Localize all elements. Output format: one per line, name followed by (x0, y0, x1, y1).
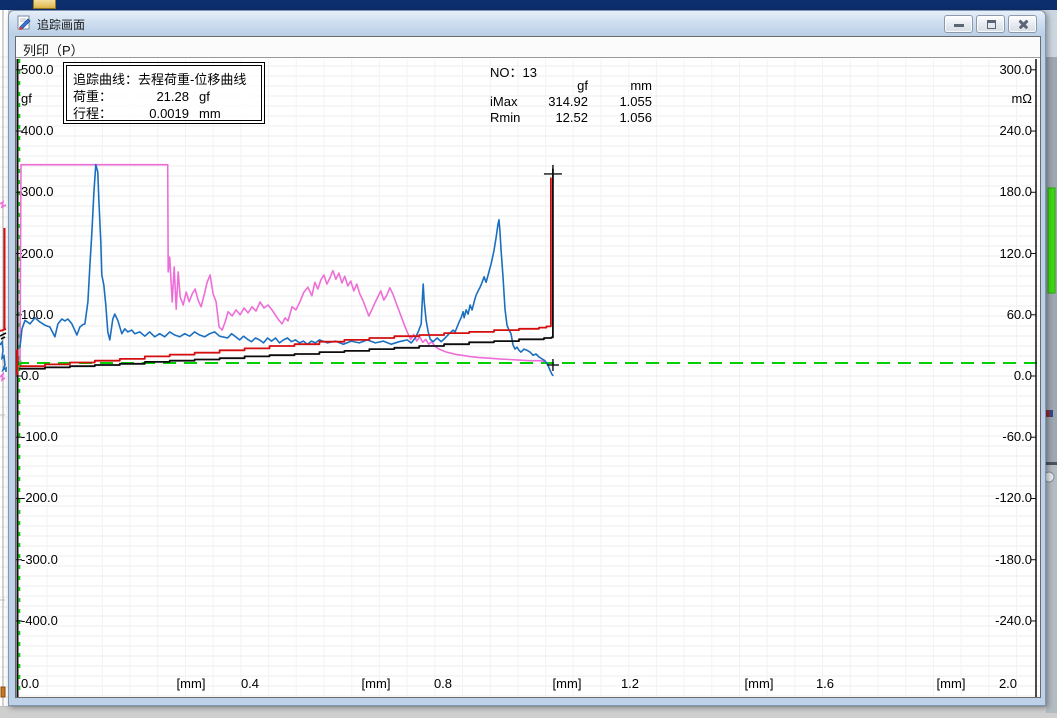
rmin-label: Rmin (476, 110, 522, 126)
load-unit: gf (199, 89, 210, 104)
background-left-strip (0, 10, 8, 713)
rmin-mm: 1.056 (588, 110, 652, 126)
maximize-button[interactable] (976, 15, 1005, 33)
imax-label: iMax (476, 94, 522, 110)
readout-col-gf: gf (522, 78, 588, 94)
background-top-strip (0, 0, 1057, 10)
curve-type-value: 去程荷重-位移曲线 (138, 72, 246, 87)
menu-item-print[interactable]: 列印（P） (16, 37, 91, 59)
trace-plot (16, 59, 1040, 697)
client-area: 列印（P） 追踪曲线：去程荷重-位移曲线 荷重：21.28gf 行程：0.001… (15, 36, 1041, 698)
measurement-readout: NO：13 gf mm iMax 314.92 1.055 Rmin 12.52… (476, 62, 666, 126)
stroke-label: 行程： (73, 103, 131, 122)
stroke-unit: mm (199, 106, 221, 121)
titlebar[interactable]: 追踪画面 (9, 11, 1045, 36)
maximize-icon (987, 20, 996, 29)
background-right-strip (1046, 10, 1057, 713)
background-bottom-strip (0, 706, 1046, 713)
app-icon (16, 15, 32, 31)
imax-gf: 314.92 (522, 94, 588, 110)
stroke-value: 0.0019 (131, 106, 189, 121)
window-title: 追踪画面 (37, 16, 85, 33)
load-value: 21.28 (131, 89, 189, 104)
imax-mm: 1.055 (588, 94, 652, 110)
trace-window: 追踪画面 列印（P） 追踪曲线：去程荷重-位移曲线 荷重：21.28gf 行程：… (8, 10, 1046, 706)
minimize-button[interactable] (944, 15, 973, 33)
background-window-icon (33, 0, 56, 9)
background-right-art (1046, 10, 1057, 713)
minimize-icon (954, 24, 964, 27)
green-progress-bar (1048, 188, 1055, 293)
trace-info-box: 追踪曲线：去程荷重-位移曲线 荷重：21.28gf 行程：0.0019mm (66, 65, 262, 121)
menubar: 列印（P） (16, 37, 1040, 58)
chart-area[interactable]: 追踪曲线：去程荷重-位移曲线 荷重：21.28gf 行程：0.0019mm NO… (16, 59, 1040, 697)
background-curve-fragments (0, 10, 8, 713)
close-button[interactable] (1008, 15, 1037, 33)
rmin-gf: 12.52 (522, 110, 588, 126)
close-icon (1017, 18, 1030, 31)
sample-number: NO：13 (490, 62, 666, 78)
window-controls (944, 15, 1037, 33)
readout-col-mm: mm (588, 78, 652, 94)
